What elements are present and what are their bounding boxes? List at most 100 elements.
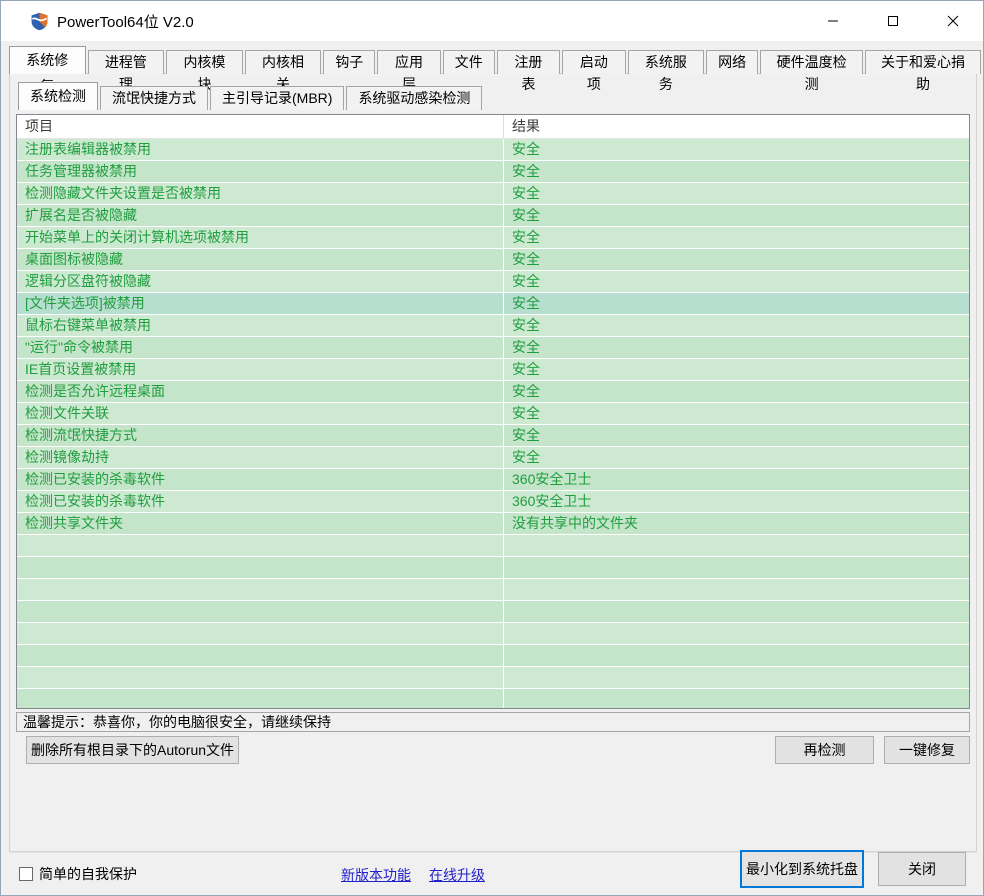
close-button[interactable] [923, 1, 983, 41]
main-tab[interactable]: 注册表 [497, 50, 560, 74]
main-tab[interactable]: 硬件温度检测 [760, 50, 863, 74]
result-cell [504, 535, 969, 556]
recheck-button[interactable]: 再检测 [775, 736, 874, 764]
result-cell: 安全 [504, 403, 969, 424]
result-cell: 安全 [504, 425, 969, 446]
app-logo-icon [30, 12, 49, 31]
tip-text: 温馨提示：恭喜你，你的电脑很安全，请继续保持 [23, 714, 331, 730]
column-header-result[interactable]: 结果 [504, 115, 969, 138]
minimize-button[interactable] [803, 1, 863, 41]
table-body: 注册表编辑器被禁用 安全 任务管理器被禁用 安全 检测隐藏文件夹设置是否被禁用 … [17, 139, 969, 709]
main-tab[interactable]: 系统修复 [9, 46, 86, 74]
result-cell: 安全 [504, 359, 969, 380]
item-cell: 检测流氓快捷方式 [17, 425, 504, 446]
result-cell: 安全 [504, 293, 969, 314]
window-controls [803, 1, 983, 41]
table-row[interactable]: 检测已安装的杀毒软件 360安全卫士 [17, 491, 969, 513]
main-tab-label: 钩子 [335, 54, 363, 70]
system-repair-page: 系统检测 流氓快捷方式 主引导记录(MBR) 系统驱动感染检测 项目 结果 注册… [9, 73, 977, 852]
self-protect-label: 简单的自我保护 [39, 864, 137, 884]
result-cell: 360安全卫士 [504, 469, 969, 490]
table-row[interactable]: 检测隐藏文件夹设置是否被禁用 安全 [17, 183, 969, 205]
sub-tab-label: 系统驱动感染检测 [358, 90, 470, 106]
item-cell [17, 645, 504, 666]
table-row[interactable]: 检测是否允许远程桌面 安全 [17, 381, 969, 403]
result-cell: 安全 [504, 139, 969, 160]
item-cell: 检测已安装的杀毒软件 [17, 469, 504, 490]
table-row[interactable]: 鼠标右键菜单被禁用 安全 [17, 315, 969, 337]
item-cell: 检测镜像劫持 [17, 447, 504, 468]
main-tab[interactable]: 内核模块 [166, 50, 243, 74]
online-upgrade-link[interactable]: 在线升级 [429, 865, 485, 885]
main-tab[interactable]: 网络 [706, 50, 758, 74]
column-header-item[interactable]: 项目 [17, 115, 504, 138]
sub-tab[interactable]: 系统驱动感染检测 [346, 86, 482, 110]
table-row[interactable]: 检测已安装的杀毒软件 360安全卫士 [17, 469, 969, 491]
result-cell: 安全 [504, 271, 969, 292]
result-cell: 安全 [504, 315, 969, 336]
main-tab-label: 网络 [718, 54, 746, 70]
delete-autorun-button[interactable]: 删除所有根目录下的Autorun文件 [26, 736, 239, 764]
table-row[interactable]: 注册表编辑器被禁用 安全 [17, 139, 969, 161]
sub-tab[interactable]: 主引导记录(MBR) [210, 86, 344, 110]
main-tab[interactable]: 系统服务 [628, 50, 705, 74]
main-tab[interactable]: 进程管理 [88, 50, 165, 74]
item-cell: 逻辑分区盘符被隐藏 [17, 271, 504, 292]
table-row[interactable] [17, 579, 969, 601]
table-row[interactable] [17, 623, 969, 645]
table-row[interactable]: 扩展名是否被隐藏 安全 [17, 205, 969, 227]
main-tab[interactable]: 钩子 [323, 50, 375, 74]
result-cell [504, 667, 969, 688]
maximize-button[interactable] [863, 1, 923, 41]
item-cell: 注册表编辑器被禁用 [17, 139, 504, 160]
main-tab[interactable]: 文件 [443, 50, 495, 74]
item-cell [17, 535, 504, 556]
item-cell: 任务管理器被禁用 [17, 161, 504, 182]
table-row[interactable]: 检测流氓快捷方式 安全 [17, 425, 969, 447]
item-cell: 桌面图标被隐藏 [17, 249, 504, 270]
item-cell: 检测隐藏文件夹设置是否被禁用 [17, 183, 504, 204]
self-protect-checkbox-row[interactable]: 简单的自我保护 [19, 864, 137, 884]
table-row[interactable]: 桌面图标被隐藏 安全 [17, 249, 969, 271]
item-cell: 开始菜单上的关闭计算机选项被禁用 [17, 227, 504, 248]
table-row[interactable]: 任务管理器被禁用 安全 [17, 161, 969, 183]
main-tab[interactable]: 应用层 [377, 50, 440, 74]
table-row[interactable]: 逻辑分区盘符被隐藏 安全 [17, 271, 969, 293]
table-row[interactable]: [文件夹选项]被禁用 安全 [17, 293, 969, 315]
table-row[interactable]: 检测共享文件夹 没有共享中的文件夹 [17, 513, 969, 535]
table-row[interactable] [17, 535, 969, 557]
table-row[interactable] [17, 601, 969, 623]
close-app-button[interactable]: 关闭 [878, 852, 966, 886]
table-row[interactable] [17, 645, 969, 667]
sub-tab-label: 主引导记录(MBR) [222, 90, 332, 106]
table-row[interactable]: 检测镜像劫持 安全 [17, 447, 969, 469]
main-tab-bar: 系统修复 进程管理 内核模块 内核相关 钩子 应用层 文件 注册表 启动项 系统… [9, 46, 983, 74]
table-row[interactable]: IE首页设置被禁用 安全 [17, 359, 969, 381]
sub-tab-label: 流氓快捷方式 [112, 90, 196, 106]
self-protect-checkbox[interactable] [19, 867, 33, 881]
minimize-to-tray-button[interactable]: 最小化到系统托盘 [740, 850, 864, 888]
one-click-fix-button[interactable]: 一键修复 [884, 736, 970, 764]
result-cell [504, 579, 969, 600]
new-version-features-link[interactable]: 新版本功能 [341, 865, 411, 885]
main-tab[interactable]: 内核相关 [245, 50, 322, 74]
table-row[interactable] [17, 689, 969, 709]
table-row[interactable] [17, 557, 969, 579]
table-row[interactable]: 检测文件关联 安全 [17, 403, 969, 425]
result-cell [504, 601, 969, 622]
main-tab-label: 文件 [455, 54, 483, 70]
table-row[interactable]: 开始菜单上的关闭计算机选项被禁用 安全 [17, 227, 969, 249]
item-cell [17, 579, 504, 600]
item-cell: 检测文件关联 [17, 403, 504, 424]
item-cell [17, 557, 504, 578]
main-tab[interactable]: 启动项 [562, 50, 625, 74]
sub-tab[interactable]: 流氓快捷方式 [100, 86, 208, 110]
table-row[interactable] [17, 667, 969, 689]
result-cell: 安全 [504, 447, 969, 468]
table-header: 项目 结果 [17, 115, 969, 139]
item-cell: IE首页设置被禁用 [17, 359, 504, 380]
result-cell: 没有共享中的文件夹 [504, 513, 969, 534]
table-row[interactable]: "运行"命令被禁用 安全 [17, 337, 969, 359]
main-tab[interactable]: 关于和爱心捐助 [865, 50, 981, 74]
sub-tab[interactable]: 系统检测 [18, 82, 98, 110]
